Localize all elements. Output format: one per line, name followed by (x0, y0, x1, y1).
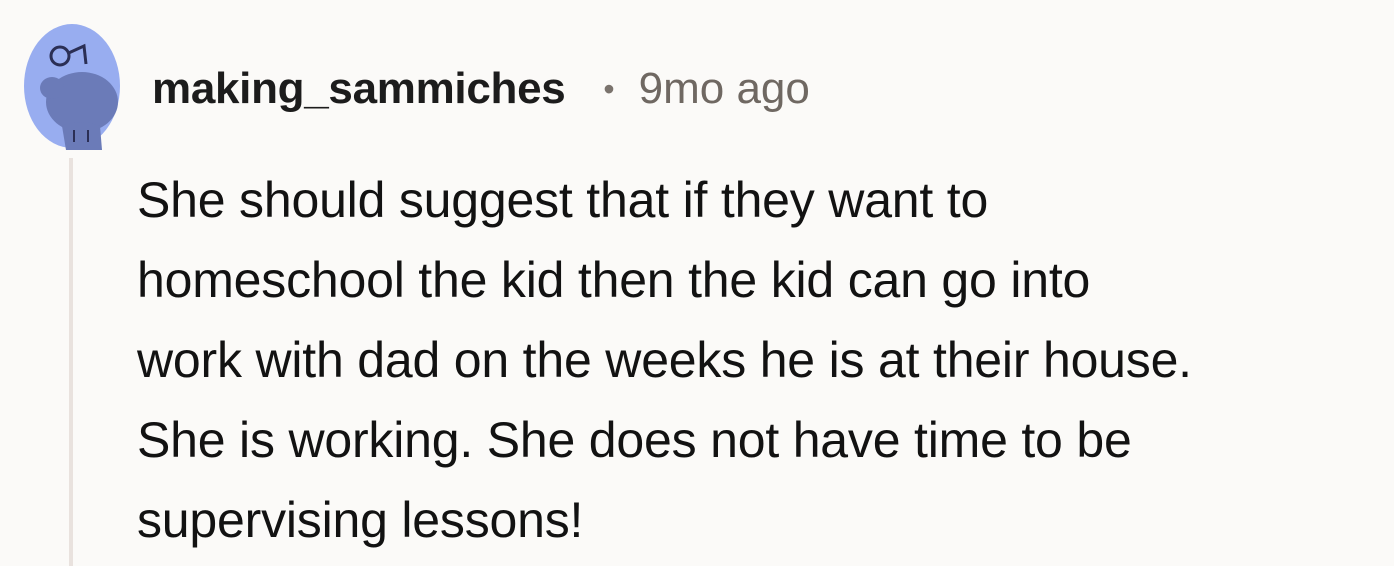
comment-body-line: supervising lessons! (137, 492, 584, 548)
author-username[interactable]: making_sammiches (152, 64, 566, 114)
comment-body: She should suggest that if they want to … (137, 160, 1387, 560)
comment-header: making_sammiches • 9mo ago (152, 60, 810, 118)
meta-separator: • (603, 70, 615, 107)
comment-body-line: work with dad on the weeks he is at thei… (137, 332, 1192, 388)
comment-body-line: She should suggest that if they want to (137, 172, 989, 228)
thread-line[interactable] (69, 158, 73, 566)
comment-timestamp[interactable]: 9mo ago (639, 64, 810, 114)
snoo-avatar-icon[interactable] (22, 22, 122, 150)
comment-body-line: She is working. She does not have time t… (137, 412, 1132, 468)
comment: making_sammiches • 9mo ago She should su… (0, 0, 1394, 566)
comment-body-line: homeschool the kid then the kid can go i… (137, 252, 1091, 308)
